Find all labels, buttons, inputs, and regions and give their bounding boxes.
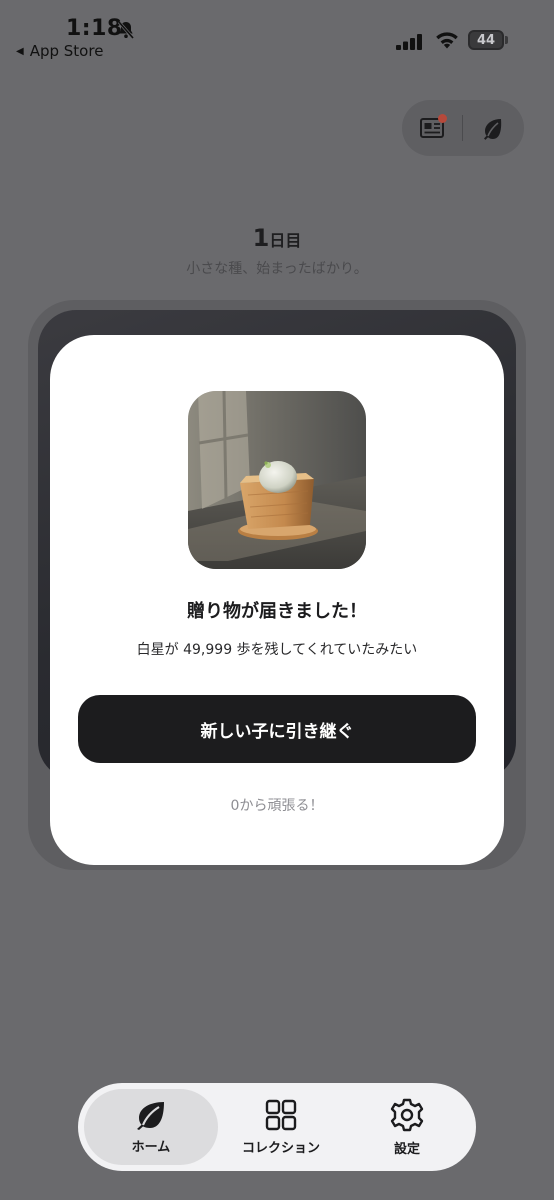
tab-home[interactable]: ホーム (84, 1089, 218, 1165)
top-actions-pill (402, 100, 524, 156)
status-bar: 1:18 ◀ App Store 44 (0, 0, 554, 70)
clock-time: 1:18 (66, 16, 123, 41)
tab-collection[interactable]: コレクション (218, 1089, 344, 1165)
back-arrow-icon: ◀ (16, 45, 24, 57)
grid-icon (265, 1099, 297, 1130)
tab-home-label: ホーム (131, 1139, 171, 1155)
wifi-icon (436, 32, 458, 49)
modal-title: 贈り物が届きました！ (187, 601, 367, 622)
tab-settings-label: 設定 (393, 1141, 420, 1157)
tab-collection-label: コレクション (241, 1140, 320, 1156)
start-from-zero-link[interactable]: 0から頑張る！ (50, 795, 504, 815)
leaf-button[interactable] (463, 100, 523, 156)
battery-indicator: 44 (468, 30, 508, 50)
leaf-icon (136, 1101, 164, 1130)
gear-icon (390, 1098, 424, 1131)
day-number: 1 (252, 224, 270, 252)
battery-level: 44 (468, 30, 504, 50)
leaf-icon (484, 119, 502, 140)
tab-settings[interactable]: 設定 (344, 1089, 470, 1165)
bottom-tab-bar: ホーム コレクション 設定 (78, 1083, 476, 1171)
back-app-label: App Store (29, 42, 104, 60)
modal-message: 白星が 49,999 歩を残してくれていたみたい (136, 642, 418, 658)
news-button[interactable] (402, 100, 462, 156)
day-counter: 1日目 (0, 224, 554, 252)
back-to-app-store[interactable]: ◀ App Store (16, 42, 103, 60)
inherit-to-new-plant-button[interactable]: 新しい子に引き継ぐ (78, 695, 476, 763)
cellular-signal-icon (396, 34, 422, 50)
notification-dot (438, 114, 447, 123)
gift-modal: 贈り物が届きました！ 白星が 49,999 歩を残してくれていたみたい 新しい子… (50, 335, 504, 865)
day-unit: 日目 (269, 231, 302, 250)
cactus-pot-image (188, 391, 366, 569)
bell-off-icon (117, 21, 135, 39)
day-subtitle: 小さな種、始まったばかり。 (186, 261, 368, 277)
